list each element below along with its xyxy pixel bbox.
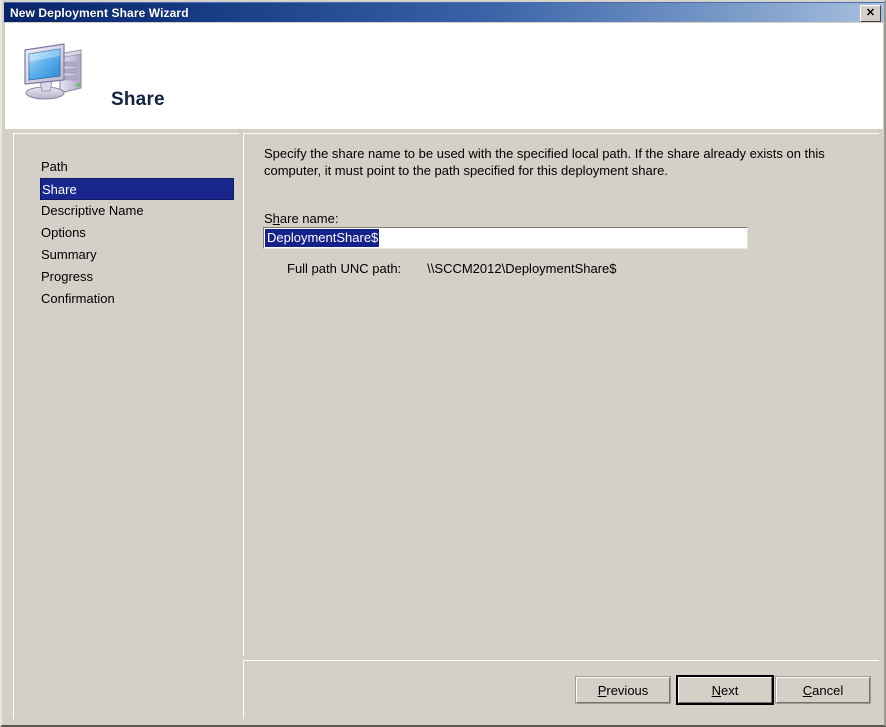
previous-label-post: revious <box>606 682 649 698</box>
share-name-label: Share name: <box>264 211 338 226</box>
sidebar-item-descriptive-name[interactable]: Descriptive Name <box>14 200 239 222</box>
share-name-value: DeploymentShare$ <box>265 229 380 247</box>
share-name-input[interactable]: DeploymentShare$ <box>263 227 748 249</box>
previous-button[interactable]: Previous <box>575 676 671 704</box>
share-name-label-accel: h <box>272 211 280 226</box>
sidebar-item-path[interactable]: Path <box>14 156 239 178</box>
unc-path-label: Full path UNC path: <box>287 261 402 276</box>
wizard-content: Specify the share name to be used with t… <box>243 133 879 656</box>
cancel-label-post: ancel <box>812 682 844 698</box>
next-label-post: ext <box>721 682 739 698</box>
sidebar-item-confirmation[interactable]: Confirmation <box>14 288 239 310</box>
title-bar: New Deployment Share Wizard ✕ <box>4 2 884 22</box>
sidebar-item-options[interactable]: Options <box>14 222 239 244</box>
close-button[interactable]: ✕ <box>860 5 881 22</box>
cancel-button[interactable]: Cancel <box>775 676 871 704</box>
button-bar: Previous Next Cancel <box>243 660 879 719</box>
sidebar-item-progress[interactable]: Progress <box>14 266 239 288</box>
wizard-header: Share <box>5 23 883 129</box>
wizard-window: New Deployment Share Wizard ✕ Share Path… <box>0 0 886 727</box>
sidebar-item-summary[interactable]: Summary <box>14 244 239 266</box>
next-label-accel: N <box>711 682 722 698</box>
unc-path-row: Full path UNC path: \\SCCM2012\Deployment… <box>287 261 617 276</box>
page-title: Share <box>111 89 165 110</box>
instruction-text: Specify the share name to be used with t… <box>264 146 825 178</box>
cancel-label-accel: C <box>802 682 813 698</box>
sidebar-item-share[interactable]: Share <box>40 178 234 200</box>
wizard-step-list: Path Share Descriptive Name Options Summ… <box>13 133 239 719</box>
wizard-body: Path Share Descriptive Name Options Summ… <box>5 129 883 723</box>
close-icon: ✕ <box>865 7 876 19</box>
previous-label-accel: P <box>597 682 607 698</box>
unc-path-value: \\SCCM2012\DeploymentShare$ <box>427 261 617 276</box>
share-name-label-post: are name: <box>279 211 339 226</box>
computer-icon <box>19 38 91 104</box>
share-name-label-pre: S <box>264 211 273 226</box>
next-button[interactable]: Next <box>676 675 774 705</box>
window-title: New Deployment Share Wizard <box>10 5 189 20</box>
